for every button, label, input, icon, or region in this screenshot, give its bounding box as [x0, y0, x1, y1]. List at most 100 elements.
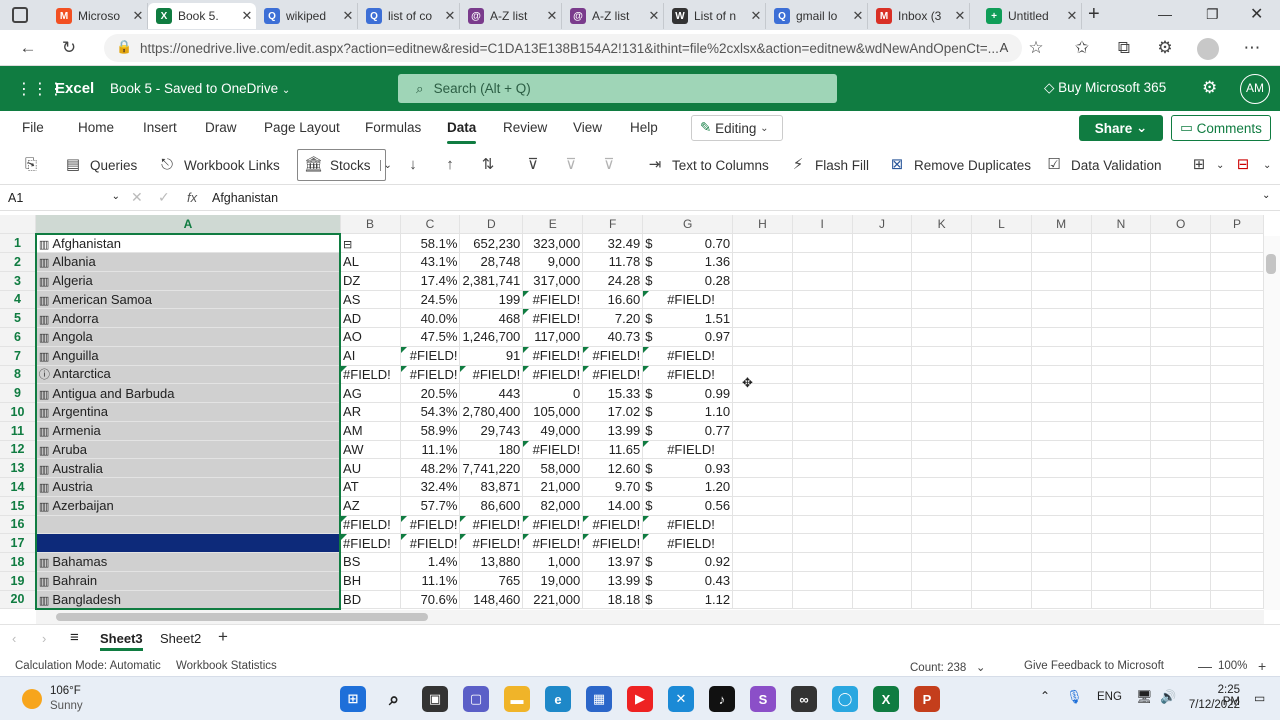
cell-country[interactable]: ⓘ Antarctica	[34, 365, 342, 385]
empty-cell[interactable]	[792, 421, 853, 441]
cell-d[interactable]: 86,600	[459, 496, 524, 516]
cell-b[interactable]: AD	[340, 308, 401, 328]
horizontal-scroll-thumb[interactable]	[56, 613, 428, 621]
close-window-button[interactable]: ✕	[1250, 4, 1263, 24]
zoom-out-icon[interactable]: —	[1198, 658, 1212, 674]
column-header[interactable]: A	[35, 215, 341, 235]
cell-country[interactable]: ▥ Albania	[34, 252, 342, 272]
geography-data-type-icon[interactable]: ▥	[39, 445, 49, 457]
cell-c[interactable]: 11.1%	[400, 571, 461, 591]
cell-d[interactable]: 29,743	[459, 421, 524, 441]
empty-cell[interactable]	[792, 515, 853, 535]
browser-tab[interactable]: X Book 5. ✕	[148, 3, 256, 29]
empty-cell[interactable]	[1150, 496, 1212, 516]
empty-cell[interactable]	[1091, 365, 1152, 385]
column-header[interactable]: L	[971, 215, 1032, 235]
empty-cell[interactable]	[732, 290, 793, 310]
cell-g[interactable]: $1.36	[642, 252, 734, 272]
add-sheet-button[interactable]: +	[218, 627, 228, 647]
flash-fill-button[interactable]: ⚡ Flash Fill	[789, 153, 869, 177]
cell-b[interactable]: BH	[340, 571, 401, 591]
geography-data-type-icon[interactable]: ▥	[39, 314, 49, 326]
empty-cell[interactable]	[732, 346, 793, 366]
cell-d[interactable]: 1,246,700	[459, 327, 524, 347]
empty-cell[interactable]	[1210, 533, 1264, 553]
tab-close-icon[interactable]: ✕	[849, 8, 867, 24]
cell-b[interactable]: BS	[340, 552, 401, 572]
empty-cell[interactable]	[1210, 252, 1264, 272]
row-header[interactable]: 16	[0, 515, 37, 535]
document-title[interactable]: Book 5 - Saved to OneDrive ⌄	[110, 81, 290, 96]
empty-cell[interactable]	[852, 571, 913, 591]
column-header[interactable]: C	[400, 215, 461, 235]
cell-e[interactable]: #FIELD!	[522, 515, 584, 535]
cell-c[interactable]: 48.2%	[400, 458, 461, 478]
cell-country[interactable]: ▥ Antigua and Barbuda	[34, 383, 342, 403]
empty-cell[interactable]	[792, 402, 853, 422]
empty-cell[interactable]	[1031, 252, 1092, 272]
cell-c[interactable]: #FIELD!	[400, 515, 461, 535]
empty-cell[interactable]	[971, 496, 1032, 516]
empty-cell[interactable]	[1091, 458, 1152, 478]
reapply-filter-button[interactable]: ⊽	[600, 153, 626, 177]
tab-close-icon[interactable]: ✕	[951, 8, 969, 24]
geography-data-type-icon[interactable]: ▥	[39, 501, 49, 513]
empty-cell[interactable]	[911, 421, 973, 441]
cell-d[interactable]: 199	[459, 290, 524, 310]
cell-f[interactable]: 7.20	[582, 308, 644, 328]
browser-tab[interactable]: + Untitled ✕	[978, 3, 1082, 29]
cell-b[interactable]: AO	[340, 327, 401, 347]
cell-c[interactable]: 57.7%	[400, 496, 461, 516]
cell-d[interactable]: 83,871	[459, 477, 524, 497]
cell-g[interactable]: $0.92	[642, 552, 734, 572]
geography-data-type-icon[interactable]: ▥	[39, 595, 49, 607]
geography-data-type-icon[interactable]: ▥	[39, 351, 49, 363]
empty-cell[interactable]	[911, 458, 973, 478]
cell-country[interactable]: ▥ Azerbaijan	[34, 496, 342, 516]
empty-cell[interactable]	[971, 271, 1032, 291]
cell-g[interactable]: $0.97	[642, 327, 734, 347]
empty-cell[interactable]	[852, 515, 913, 535]
network-icon[interactable]: 🖥	[1136, 689, 1153, 705]
cell-e[interactable]: 221,000	[522, 590, 584, 610]
back-button[interactable]: ←	[16, 36, 40, 60]
cell-b[interactable]: AT	[340, 477, 401, 497]
cell-country[interactable]	[34, 533, 342, 553]
column-header[interactable]: G	[642, 215, 734, 235]
cell-e[interactable]: #FIELD!	[522, 533, 584, 553]
empty-cell[interactable]	[1210, 496, 1264, 516]
empty-cell[interactable]	[792, 458, 853, 478]
buy-microsoft-365-link[interactable]: ◇ Buy Microsoft 365	[1044, 80, 1166, 96]
empty-cell[interactable]	[852, 440, 913, 460]
cell-f[interactable]: 18.18	[582, 590, 644, 610]
column-header[interactable]: O	[1150, 215, 1212, 235]
worksheet-grid[interactable]: ABCDEFGHIJKLMNOP 1 ▥ Afghanistan ⊟ 58.1% 652,…	[0, 215, 1264, 610]
select-all-corner[interactable]	[0, 215, 37, 235]
cell-b[interactable]: AZ	[340, 496, 401, 516]
cell-g[interactable]: $0.99	[642, 383, 734, 403]
cell-country[interactable]	[34, 515, 342, 535]
cell-g[interactable]: #FIELD!	[642, 365, 734, 385]
empty-cell[interactable]	[971, 346, 1032, 366]
cell-d[interactable]: #FIELD!	[459, 533, 524, 553]
cell-b[interactable]: AG	[340, 383, 401, 403]
empty-cell[interactable]	[1150, 421, 1212, 441]
empty-cell[interactable]	[852, 477, 913, 497]
cancel-entry-icon[interactable]: ✕	[131, 189, 143, 206]
empty-cell[interactable]	[852, 290, 913, 310]
row-header[interactable]: 17	[0, 533, 37, 553]
empty-cell[interactable]	[732, 496, 793, 516]
app-circle-icon[interactable]: ◯	[832, 686, 858, 712]
cell-e[interactable]: 117,000	[522, 327, 584, 347]
empty-cell[interactable]	[1031, 327, 1092, 347]
column-header[interactable]: K	[911, 215, 973, 235]
geography-data-type-icon[interactable]: ▥	[39, 332, 49, 344]
empty-cell[interactable]	[911, 515, 973, 535]
empty-cell[interactable]	[911, 346, 973, 366]
empty-cell[interactable]	[792, 383, 853, 403]
cell-c[interactable]: 70.6%	[400, 590, 461, 610]
column-header[interactable]: D	[459, 215, 524, 235]
tab-close-icon[interactable]: ✕	[1063, 8, 1081, 24]
cell-b[interactable]: BD	[340, 590, 401, 610]
cell-f[interactable]: 11.65	[582, 440, 644, 460]
